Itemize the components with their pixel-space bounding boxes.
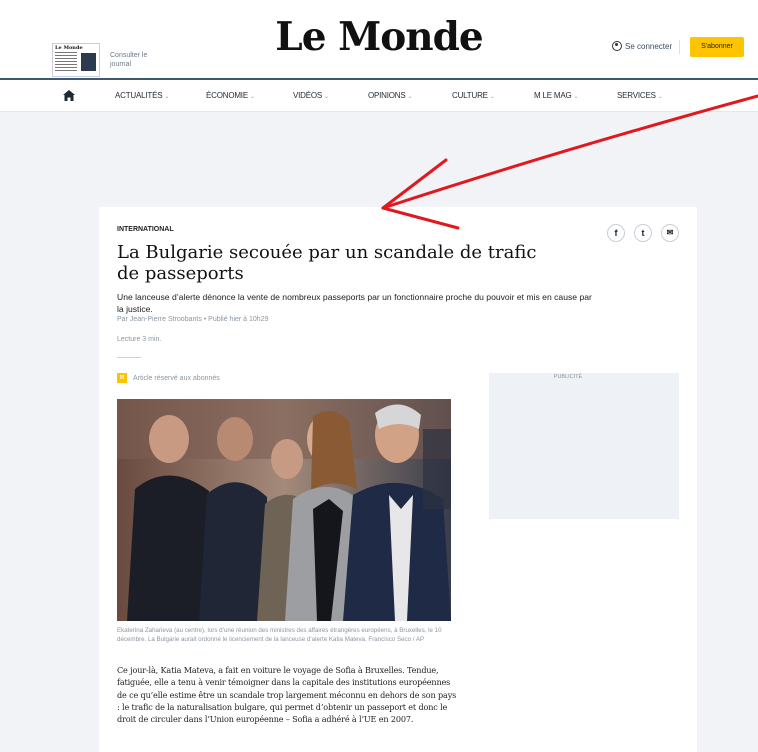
premium-label: Article réservé aux abonnés xyxy=(133,374,220,382)
divider xyxy=(117,357,141,358)
email-icon[interactable]: ✉ xyxy=(661,224,679,242)
nav-item-label: OPINIONS xyxy=(368,91,406,100)
site-logo[interactable]: Le Monde xyxy=(0,14,758,60)
chevron-down-icon: ⌄ xyxy=(249,94,255,100)
chevron-down-icon: ⌄ xyxy=(324,94,329,100)
premium-notice: M Article réservé aux abonnés xyxy=(117,373,220,383)
chevron-down-icon: ⌄ xyxy=(407,94,413,100)
reading-time: Lecture 3 min. xyxy=(117,336,162,343)
premium-icon: M xyxy=(117,373,127,383)
login-label: Se connecter xyxy=(625,41,673,51)
site-header: Le Monde Consulter le journal Le Monde S… xyxy=(0,0,758,80)
article-byline: Par Jean-Pierre Stroobants • Publié hier… xyxy=(117,316,269,323)
login-link[interactable]: Se connecter xyxy=(612,41,672,51)
nav-item-culture[interactable]: CULTURE ⌄ xyxy=(452,91,495,100)
main-nav: ACTUALITÉS ⌄ ÉCONOMIE ⌄ VIDÉOS ⌄ OPINIONS ⌄ … xyxy=(0,80,758,112)
twitter-icon[interactable]: t xyxy=(634,224,652,242)
nav-item-label: SERVICES xyxy=(617,91,656,100)
nav-item-videos[interactable]: VIDÉOS ⌄ xyxy=(293,91,329,100)
nav-item-label: M LE MAG xyxy=(534,91,572,100)
nav-item-m-le-mag[interactable]: M LE MAG ⌄ xyxy=(534,91,579,100)
article-description: Une lanceuse d’alerte dénonce la vente d… xyxy=(117,292,592,314)
nav-item-economie[interactable]: ÉCONOMIE ⌄ xyxy=(206,91,255,100)
ad-slot[interactable]: PUBLICITÉ xyxy=(489,373,679,519)
section-label[interactable]: INTERNATIONAL xyxy=(117,226,174,233)
facebook-icon[interactable]: f xyxy=(607,224,625,242)
user-icon xyxy=(612,41,622,51)
chevron-down-icon: ⌄ xyxy=(164,94,170,100)
nav-item-label: ACTUALITÉS xyxy=(115,91,163,100)
photo-caption: Ekaterina Zaharieva (au centre), lors d’… xyxy=(117,627,442,643)
article-body: Ce jour-là, Katia Mateva, a fait en voit… xyxy=(117,665,457,725)
home-icon[interactable] xyxy=(63,90,75,101)
ad-label: PUBLICITÉ xyxy=(553,374,583,380)
nav-item-label: ÉCONOMIE xyxy=(206,91,248,100)
nav-item-services[interactable]: SERVICES ⌄ xyxy=(617,91,663,100)
article-title: La Bulgarie secouée par un scandale de t… xyxy=(117,242,537,284)
subscribe-button[interactable]: S'abonner xyxy=(690,37,744,57)
chevron-down-icon: ⌄ xyxy=(489,94,495,100)
chevron-down-icon: ⌄ xyxy=(657,94,663,100)
header-divider xyxy=(679,40,680,54)
article-photo[interactable] xyxy=(117,399,451,621)
chevron-down-icon: ⌄ xyxy=(573,94,579,100)
nav-item-opinions[interactable]: OPINIONS ⌄ xyxy=(368,91,413,100)
nav-item-label: VIDÉOS xyxy=(293,91,323,100)
nav-item-actualites[interactable]: ACTUALITÉS ⌄ xyxy=(115,91,169,100)
nav-item-label: CULTURE xyxy=(452,91,488,100)
